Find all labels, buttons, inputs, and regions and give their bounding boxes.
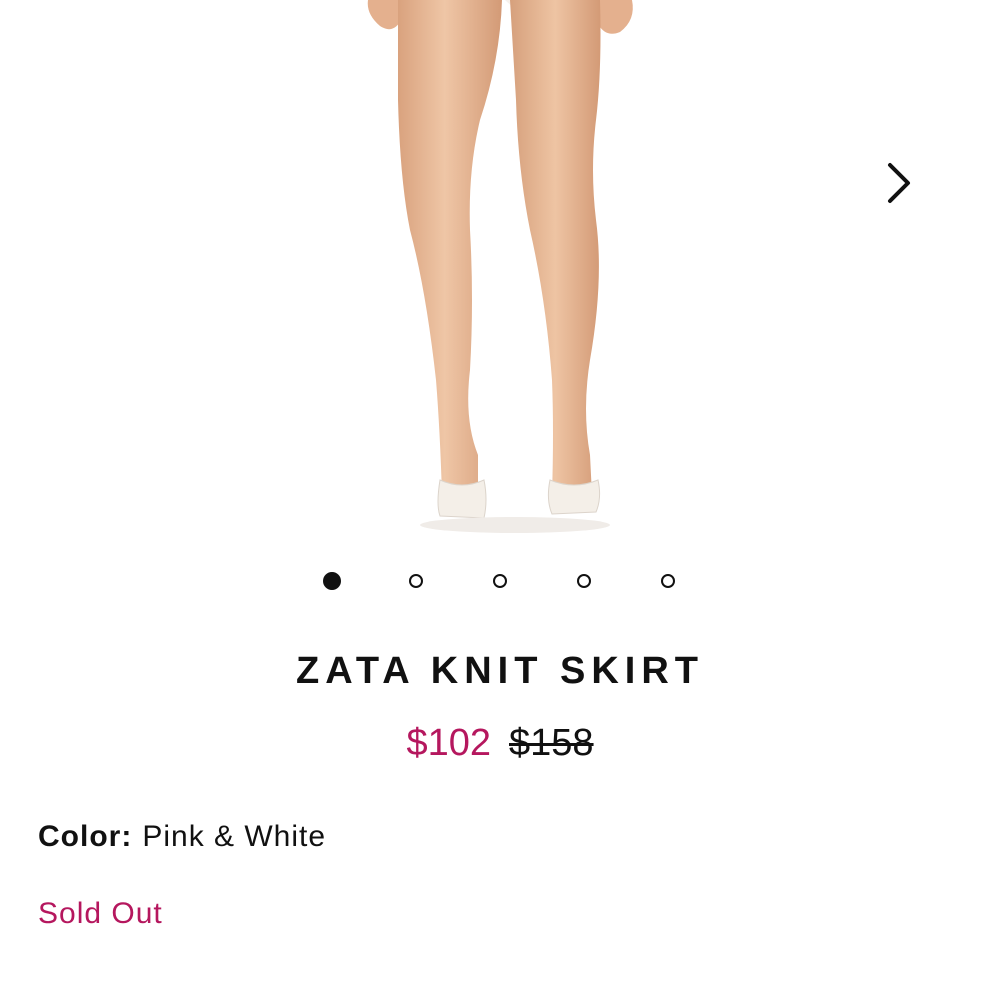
color-row: Color: Pink & White	[38, 820, 326, 854]
chevron-right-icon	[888, 163, 910, 203]
color-label: Color:	[38, 820, 133, 853]
availability-status: Sold Out	[38, 897, 163, 930]
original-price: $158	[509, 722, 594, 764]
carousel-dot-5[interactable]	[661, 574, 675, 588]
product-image[interactable]	[0, 0, 1000, 545]
product-title: ZATA KNIT SKIRT	[295, 650, 705, 692]
price-row: $102 $158	[0, 722, 1000, 765]
carousel-dot-4[interactable]	[577, 574, 591, 588]
sale-price: $102	[406, 722, 491, 764]
carousel-dot-3[interactable]	[493, 574, 507, 588]
color-value: Pink & White	[142, 820, 327, 853]
carousel-pagination	[0, 571, 1000, 595]
model-legs-photo	[367, 0, 633, 533]
next-image-button[interactable]	[878, 158, 922, 208]
carousel-dot-2[interactable]	[409, 574, 423, 588]
carousel-dot-1[interactable]	[323, 572, 341, 590]
